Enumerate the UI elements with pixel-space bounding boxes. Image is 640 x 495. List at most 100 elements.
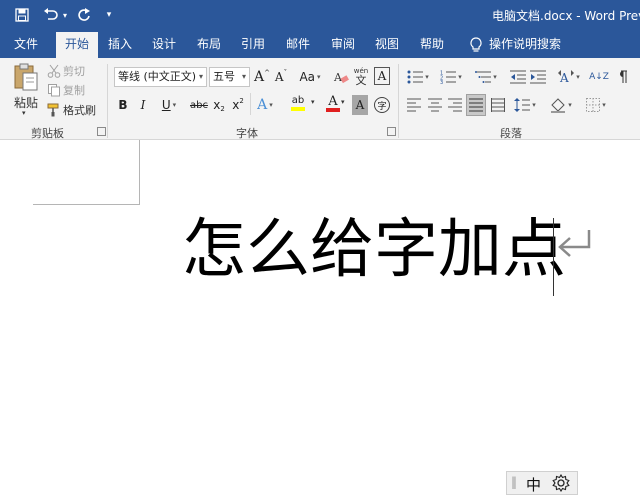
customize-qat-caret[interactable]: ▾ bbox=[104, 6, 114, 24]
tab-review[interactable]: 审阅 bbox=[324, 30, 362, 58]
document-text[interactable]: 怎么给字加点 bbox=[182, 214, 566, 286]
chevron-down-icon: ▾ bbox=[198, 72, 203, 81]
bullets-button[interactable]: ▾ bbox=[406, 67, 430, 87]
tab-home[interactable]: 开始 bbox=[56, 32, 98, 58]
paint-bucket-icon bbox=[551, 98, 566, 113]
increase-indent-button[interactable] bbox=[530, 67, 546, 87]
save-icon[interactable] bbox=[14, 6, 30, 24]
chevron-down-icon[interactable]: ▾ bbox=[311, 98, 315, 106]
borders-icon bbox=[586, 98, 601, 112]
clipboard-launcher-icon[interactable] bbox=[97, 127, 106, 136]
bullets-icon bbox=[407, 70, 424, 84]
tab-design[interactable]: 设计 bbox=[145, 30, 183, 58]
chevron-down-icon: ▾ bbox=[172, 101, 177, 109]
font-launcher-icon[interactable] bbox=[387, 127, 396, 136]
undo-dropdown-caret[interactable]: ▾ bbox=[61, 6, 69, 24]
font-size-value: 五号 bbox=[213, 70, 235, 83]
chevron-down-icon: ▾ bbox=[458, 73, 462, 81]
underline-button[interactable]: U ▾ bbox=[156, 95, 182, 115]
font-group-label: 字体 bbox=[236, 127, 258, 140]
font-name-combo[interactable]: 等线 (中文正文) ▾ bbox=[114, 67, 207, 87]
asian-layout-button[interactable]: A ▾ bbox=[556, 67, 582, 87]
font-color-icon: A bbox=[328, 93, 338, 109]
phonetic-guide-button[interactable]: wén 文 bbox=[353, 66, 369, 86]
numbering-icon: 123 bbox=[440, 71, 457, 84]
font-color-swatch bbox=[326, 107, 340, 112]
decrease-indent-button[interactable] bbox=[510, 67, 526, 87]
subscript-mark: 2 bbox=[220, 105, 225, 113]
paragraph-shading-button[interactable]: ▾ bbox=[548, 95, 574, 115]
tab-mailings[interactable]: 邮件 bbox=[279, 30, 317, 58]
character-border-icon: A bbox=[377, 69, 387, 83]
align-left-button[interactable] bbox=[406, 95, 422, 115]
chevron-down-icon: ▾ bbox=[493, 73, 497, 81]
strikethrough-button[interactable]: abc bbox=[188, 95, 210, 115]
text-cursor bbox=[553, 218, 554, 296]
line-spacing-button[interactable]: ▾ bbox=[512, 95, 538, 115]
chevron-down-icon: ▾ bbox=[425, 73, 429, 81]
justify-button[interactable] bbox=[466, 94, 486, 116]
clear-formatting-button[interactable]: A bbox=[333, 67, 349, 87]
shrink-font-icon: A bbox=[274, 70, 284, 84]
paste-dropdown-caret[interactable]: ▾ bbox=[22, 109, 26, 117]
chevron-down-icon[interactable]: ▾ bbox=[341, 98, 345, 106]
format-painter-label[interactable]: 格式刷 bbox=[63, 102, 96, 118]
svg-text:A: A bbox=[333, 71, 343, 84]
tab-view[interactable]: 视图 bbox=[368, 30, 406, 58]
ime-mode-toggle[interactable]: 中 bbox=[526, 474, 541, 495]
subscript-button[interactable]: x2 bbox=[212, 95, 226, 115]
borders-button[interactable]: ▾ bbox=[583, 95, 609, 115]
align-center-button[interactable] bbox=[427, 95, 443, 115]
decrease-indent-icon bbox=[510, 70, 526, 84]
paragraph-mark-icon bbox=[620, 70, 627, 83]
grow-font-button[interactable]: A ^ bbox=[254, 67, 270, 87]
distributed-icon bbox=[491, 98, 505, 112]
tab-layout[interactable]: 布局 bbox=[190, 30, 228, 58]
clipboard-group-label: 剪贴板 bbox=[31, 127, 64, 140]
shrink-font-button[interactable]: Aˇ bbox=[273, 67, 289, 87]
tab-insert[interactable]: 插入 bbox=[101, 30, 139, 58]
copy-label[interactable]: 复制 bbox=[63, 82, 85, 98]
numbering-button[interactable]: 1 2 3 ▾ bbox=[439, 67, 463, 87]
document-title: 电脑文档.docx - Word Previe bbox=[492, 9, 640, 23]
tell-me-search[interactable]: 操作说明搜索 bbox=[489, 30, 563, 58]
asian-layout-icon: A bbox=[558, 70, 575, 84]
show-hide-marks-button[interactable] bbox=[614, 67, 630, 87]
distributed-button[interactable] bbox=[490, 95, 506, 115]
italic-button[interactable]: I bbox=[136, 95, 150, 115]
chevron-down-icon: ▾ bbox=[532, 101, 536, 109]
highlighter-icon: ab bbox=[291, 95, 305, 106]
undo-icon[interactable] bbox=[42, 6, 60, 24]
lightbulb-icon[interactable] bbox=[466, 30, 486, 58]
highlight-button[interactable]: ab bbox=[285, 93, 311, 113]
paste-icon[interactable] bbox=[12, 62, 40, 92]
tab-file[interactable]: 文件 bbox=[6, 30, 46, 58]
paste-label[interactable]: 粘贴 bbox=[14, 94, 38, 111]
character-shading-button[interactable]: A bbox=[352, 95, 368, 115]
multilevel-list-button[interactable]: ▾ bbox=[473, 67, 499, 87]
character-border-button[interactable]: A bbox=[374, 67, 390, 85]
redo-icon[interactable] bbox=[76, 6, 92, 24]
format-painter-icon[interactable] bbox=[47, 102, 61, 117]
enclose-characters-button[interactable]: 字 bbox=[373, 95, 391, 115]
ime-drag-handle[interactable]: ‖ bbox=[511, 475, 517, 489]
bold-button[interactable]: B bbox=[116, 95, 130, 115]
chevron-down-icon: ▾ bbox=[317, 73, 321, 81]
copy-icon[interactable] bbox=[47, 82, 61, 97]
line-spacing-icon bbox=[514, 98, 531, 112]
cut-icon[interactable] bbox=[47, 63, 61, 78]
superscript-button[interactable]: x2 bbox=[231, 95, 245, 115]
title-bar: ▾ ▾ 电脑文档.docx - Word Previe bbox=[0, 0, 640, 30]
settings-gear-icon[interactable] bbox=[552, 473, 570, 495]
increase-indent-icon bbox=[530, 70, 546, 84]
text-effects-icon: A bbox=[257, 97, 268, 113]
tab-references[interactable]: 引用 bbox=[234, 30, 272, 58]
cut-label[interactable]: 剪切 bbox=[63, 63, 85, 79]
text-effects-button[interactable]: A ▾ bbox=[254, 95, 276, 115]
font-size-combo[interactable]: 五号 ▾ bbox=[209, 67, 250, 87]
tab-help[interactable]: 帮助 bbox=[413, 30, 451, 58]
sort-button[interactable]: A↓Z bbox=[589, 67, 609, 87]
align-right-button[interactable] bbox=[447, 95, 463, 115]
document-canvas[interactable] bbox=[0, 140, 640, 495]
change-case-button[interactable]: Aa ▾ bbox=[296, 67, 324, 87]
